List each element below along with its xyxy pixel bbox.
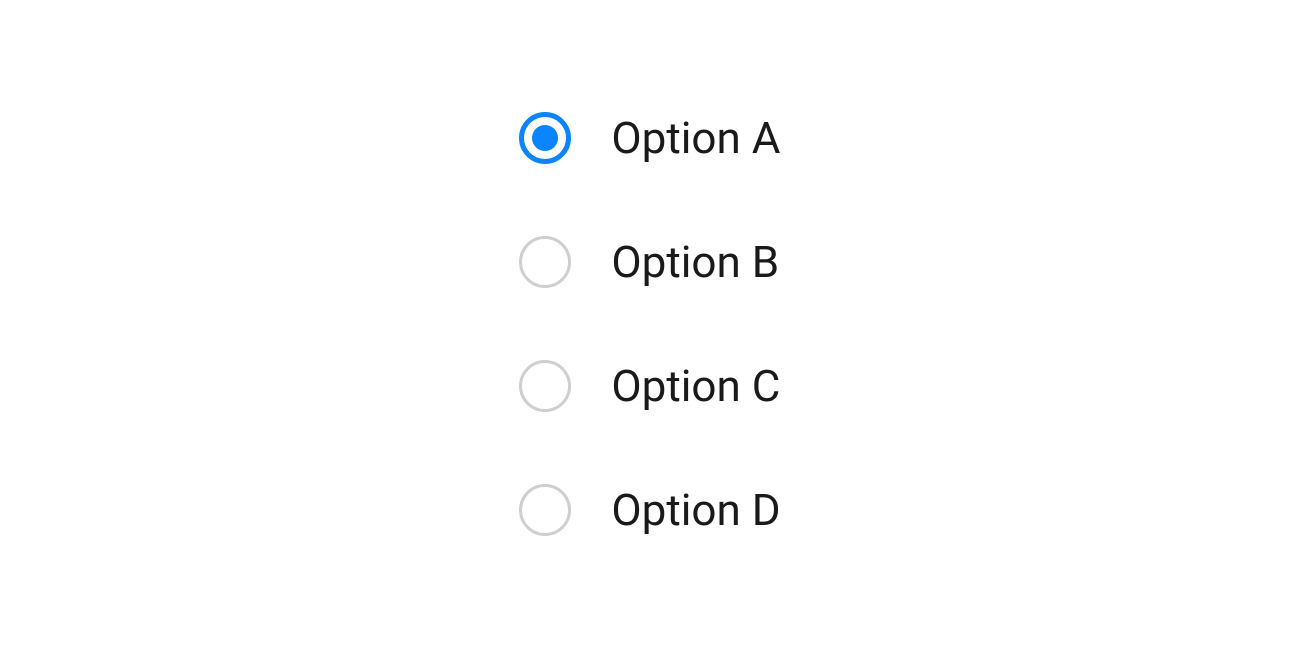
radio-label: Option D <box>611 484 780 536</box>
radio-selected-icon <box>519 112 571 164</box>
radio-unselected-icon <box>519 236 571 288</box>
radio-option-d[interactable]: Option D <box>519 484 780 536</box>
radio-option-c[interactable]: Option C <box>519 360 780 412</box>
radio-option-a[interactable]: Option A <box>519 112 780 164</box>
radio-label: Option A <box>611 112 780 164</box>
radio-label: Option C <box>611 360 780 412</box>
radio-label: Option B <box>611 236 779 288</box>
radio-group: Option A Option B Option C Option D <box>519 112 780 536</box>
radio-unselected-icon <box>519 360 571 412</box>
radio-dot-icon <box>532 125 558 151</box>
radio-option-b[interactable]: Option B <box>519 236 780 288</box>
radio-unselected-icon <box>519 484 571 536</box>
